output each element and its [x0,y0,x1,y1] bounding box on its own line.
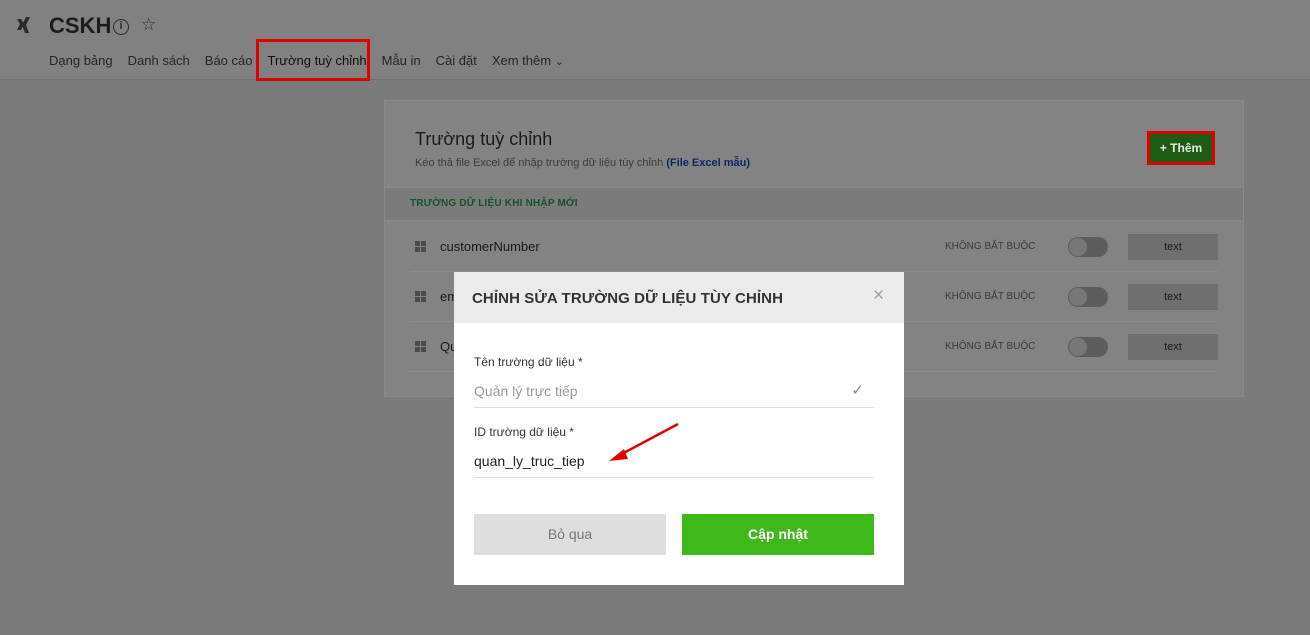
tab-settings[interactable]: Cài đặt [436,52,477,71]
highlight-box [256,39,370,81]
tab-more-label: Xem thêm [491,53,552,68]
field-name-input[interactable]: Quản lý trực tiếp ✓ [474,378,874,408]
dialog-title: CHỈNH SỬA TRƯỜNG DỮ LIỆU TÙY CHỈNH [472,290,784,307]
check-icon: ✓ [851,382,864,399]
close-icon[interactable]: × [873,285,884,307]
field-id-label: ID trường dữ liệu * [474,425,574,439]
chevron-down-icon: ⌄ [554,56,564,68]
add-field-button[interactable]: + Thêm [1147,131,1215,165]
subtitle-text: Kéo thả file Excel để nhập trường dữ liệ… [415,157,664,169]
field-id-value: quan_ly_truc_tiep [474,453,585,469]
required-toggle[interactable] [1068,337,1108,357]
drag-handle-icon[interactable] [415,241,426,252]
field-name-value: Quản lý trực tiếp [474,383,578,399]
required-status: KHÔNG BẮT BUỘC [945,291,1036,302]
field-row: customerNumber KHÔNG BẮT BUỘC text [410,222,1218,272]
app-header: CSKH i ☆ Dạng bảng Danh sách Báo cáo Trư… [0,0,1310,81]
drag-handle-icon[interactable] [415,341,426,352]
update-button[interactable]: Cập nhật [682,514,874,555]
cancel-button[interactable]: Bỏ qua [474,514,666,555]
required-status: KHÔNG BẮT BUỘC [945,241,1036,252]
card-subtitle: Kéo thả file Excel để nhập trường dữ liệ… [415,157,750,169]
field-type[interactable]: text [1128,284,1218,310]
required-toggle[interactable] [1068,237,1108,257]
excel-template-link[interactable]: (File Excel mẫu) [666,157,750,169]
card-title: Trường tuỳ chỉnh [415,129,553,149]
app-title: CSKH [49,13,112,38]
info-icon[interactable]: i [113,19,129,35]
xing-logo-icon[interactable] [14,14,36,36]
required-status: KHÔNG BẮT BUỘC [945,341,1036,352]
tab-print-templates[interactable]: Mẫu in [382,52,421,71]
field-type[interactable]: text [1128,334,1218,360]
drag-handle-icon[interactable] [415,291,426,302]
field-type[interactable]: text [1128,234,1218,260]
section-header: TRƯỜNG DỮ LIỆU KHI NHẬP MỚI [385,187,1243,221]
dialog-header: CHỈNH SỬA TRƯỜNG DỮ LIỆU TÙY CHỈNH × [454,272,904,323]
star-icon[interactable]: ☆ [141,15,156,35]
section-label: TRƯỜNG DỮ LIỆU KHI NHẬP MỚI [410,198,578,209]
required-toggle[interactable] [1068,287,1108,307]
field-name-label: Tên trường dữ liệu * [474,355,583,369]
red-arrow-annotation [609,422,679,461]
field-name: customerNumber [440,239,540,254]
tab-reports[interactable]: Báo cáo [205,52,253,71]
tab-table-view[interactable]: Dạng bảng [49,52,113,71]
tab-list-view[interactable]: Danh sách [128,52,190,71]
tab-more[interactable]: Xem thêm ⌄ [492,52,564,71]
